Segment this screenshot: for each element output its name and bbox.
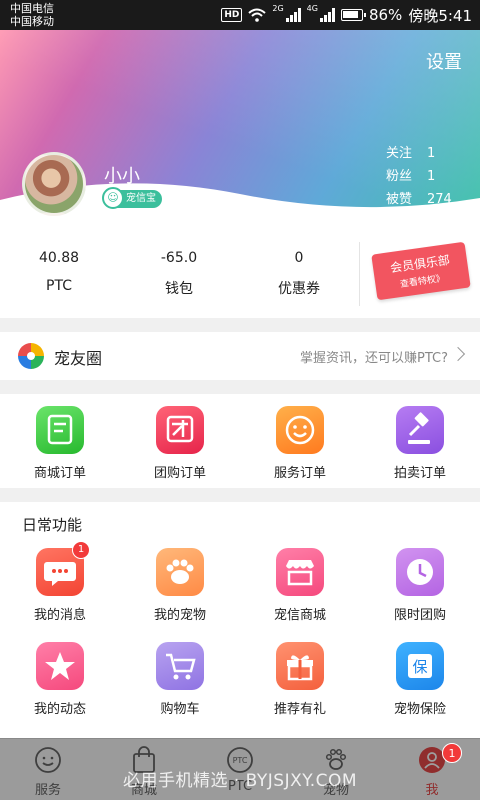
order-group[interactable]: 团购订单 bbox=[120, 406, 240, 481]
pinwheel-icon bbox=[18, 343, 44, 369]
func-label: 购物车 bbox=[160, 702, 200, 717]
svg-text:保: 保 bbox=[412, 658, 427, 676]
watermark-text: 必用手机精选 · BYJSJXY.COM bbox=[122, 771, 358, 791]
pet-circle-row[interactable]: 宠友圈 掌握资讯，还可以赚PTC? bbox=[0, 332, 480, 380]
me-tab-badge: 1 bbox=[442, 743, 462, 763]
hd-icon: HD bbox=[221, 8, 243, 22]
shop-icon bbox=[276, 548, 324, 596]
wallet-label: 优惠券 bbox=[278, 281, 320, 297]
pet-circle-title: 宠友圈 bbox=[54, 349, 103, 368]
pet-circle-hint: 掌握资讯，还可以赚PTC? bbox=[300, 351, 448, 366]
clock-icon bbox=[396, 548, 444, 596]
wallet-ptc[interactable]: 40.88 PTC bbox=[4, 250, 114, 294]
signal-icon-2 bbox=[319, 8, 335, 22]
orders-section: 商城订单 团购订单 服务订单 拍卖订单 bbox=[0, 394, 480, 488]
func-flash-sale[interactable]: 限时团购 bbox=[360, 548, 480, 623]
order-service[interactable]: 服务订单 bbox=[240, 406, 360, 481]
carrier-1: 中国电信 bbox=[10, 2, 54, 15]
badge-mascot-icon: ☺ bbox=[102, 187, 124, 209]
status-bar: 中国电信 中国移动 HD 2G 4G 86% 傍晚5:41 bbox=[0, 0, 480, 30]
func-my-feed[interactable]: 我的动态 bbox=[0, 642, 120, 717]
stat-label: 被赞 bbox=[386, 192, 413, 207]
battery-icon bbox=[340, 9, 366, 21]
gift-icon bbox=[276, 642, 324, 690]
stat-likes[interactable]: 被赞 274 bbox=[386, 188, 452, 211]
profile-header: 设置 小小 ☺ 宠信宝 关注 1 粉丝 1 被赞 274 bbox=[0, 30, 480, 230]
func-cart[interactable]: 购物车 bbox=[120, 642, 240, 717]
func-pet-insurance[interactable]: 保 宠物保险 bbox=[360, 642, 480, 717]
member-badge[interactable]: ☺ 宠信宝 bbox=[102, 187, 162, 209]
func-label: 我的宠物 bbox=[153, 608, 206, 623]
member-club-button[interactable]: 会员俱乐部 查看特权》 bbox=[371, 241, 471, 301]
func-messages[interactable]: 1 我的消息 bbox=[0, 541, 120, 623]
order-label: 拍卖订单 bbox=[393, 466, 446, 481]
func-label: 推荐有礼 bbox=[273, 702, 326, 717]
stat-value: 1 bbox=[427, 146, 436, 161]
stat-fans[interactable]: 粉丝 1 bbox=[386, 165, 452, 188]
message-icon: 1 bbox=[36, 541, 90, 596]
order-label: 商城订单 bbox=[33, 466, 86, 481]
badge-label: 宠信宝 bbox=[126, 193, 156, 204]
settings-button[interactable]: 设置 bbox=[426, 48, 462, 74]
wallet-balance[interactable]: -65.0 钱包 bbox=[124, 250, 234, 298]
network-2g-label: 2G bbox=[272, 4, 284, 13]
gavel-icon bbox=[396, 406, 444, 454]
carrier-2: 中国移动 bbox=[10, 15, 54, 28]
wallet-value: 40.88 bbox=[38, 250, 80, 266]
func-label: 我的消息 bbox=[33, 608, 86, 623]
stat-label: 关注 bbox=[386, 146, 413, 161]
unread-badge: 1 bbox=[72, 541, 90, 559]
wallet-coupons[interactable]: 0 优惠券 bbox=[244, 250, 354, 298]
order-label: 团购订单 bbox=[153, 466, 206, 481]
cart-icon bbox=[156, 642, 204, 690]
daily-functions: 日常功能 1 我的消息 我的宠物 宠信商城 限时团购 我的动态 购物车 推荐有礼… bbox=[0, 502, 480, 738]
smile-icon bbox=[276, 406, 324, 454]
wifi-icon bbox=[248, 8, 267, 22]
wallet-label: PTC bbox=[46, 278, 72, 294]
func-label: 宠物保险 bbox=[393, 702, 446, 717]
func-referral[interactable]: 推荐有礼 bbox=[240, 642, 360, 717]
svg-text:PTC: PTC bbox=[233, 756, 248, 765]
wallet-value: -65.0 bbox=[160, 250, 198, 266]
avatar[interactable] bbox=[22, 152, 86, 216]
stat-following[interactable]: 关注 1 bbox=[386, 142, 452, 165]
status-icons: HD 2G 4G 86% 傍晚5:41 bbox=[221, 4, 472, 26]
stat-value: 1 bbox=[427, 169, 436, 184]
insurance-icon: 保 bbox=[396, 642, 444, 690]
network-4g-label: 4G bbox=[306, 4, 318, 13]
signal-icon bbox=[285, 8, 301, 22]
carrier-info: 中国电信 中国移动 bbox=[10, 2, 54, 28]
wallet-value: 0 bbox=[294, 250, 304, 266]
battery-percent: 86% bbox=[368, 6, 403, 24]
chevron-right-icon bbox=[450, 346, 466, 362]
social-stats: 关注 1 粉丝 1 被赞 274 bbox=[386, 142, 452, 211]
wallet-label: 钱包 bbox=[165, 281, 193, 297]
func-label: 我的动态 bbox=[33, 702, 86, 717]
func-my-pets[interactable]: 我的宠物 bbox=[120, 548, 240, 623]
divider bbox=[359, 242, 360, 306]
order-auction[interactable]: 拍卖订单 bbox=[360, 406, 480, 481]
clock-time: 傍晚5:41 bbox=[408, 6, 472, 25]
func-label: 限时团购 bbox=[393, 608, 446, 623]
wallet-summary: 40.88 PTC -65.0 钱包 0 优惠券 会员俱乐部 查看特权》 bbox=[0, 230, 480, 318]
func-mall[interactable]: 宠信商城 bbox=[240, 548, 360, 623]
document-icon bbox=[36, 406, 84, 454]
func-label: 宠信商城 bbox=[273, 608, 326, 623]
username[interactable]: 小小 bbox=[104, 162, 140, 188]
stat-label: 粉丝 bbox=[386, 169, 413, 184]
order-mall[interactable]: 商城订单 bbox=[0, 406, 120, 481]
paw-icon bbox=[156, 548, 204, 596]
star-icon bbox=[36, 642, 84, 690]
section-title: 日常功能 bbox=[22, 516, 83, 534]
group-buy-icon bbox=[156, 406, 204, 454]
stat-value: 274 bbox=[427, 192, 452, 207]
order-label: 服务订单 bbox=[273, 466, 326, 481]
